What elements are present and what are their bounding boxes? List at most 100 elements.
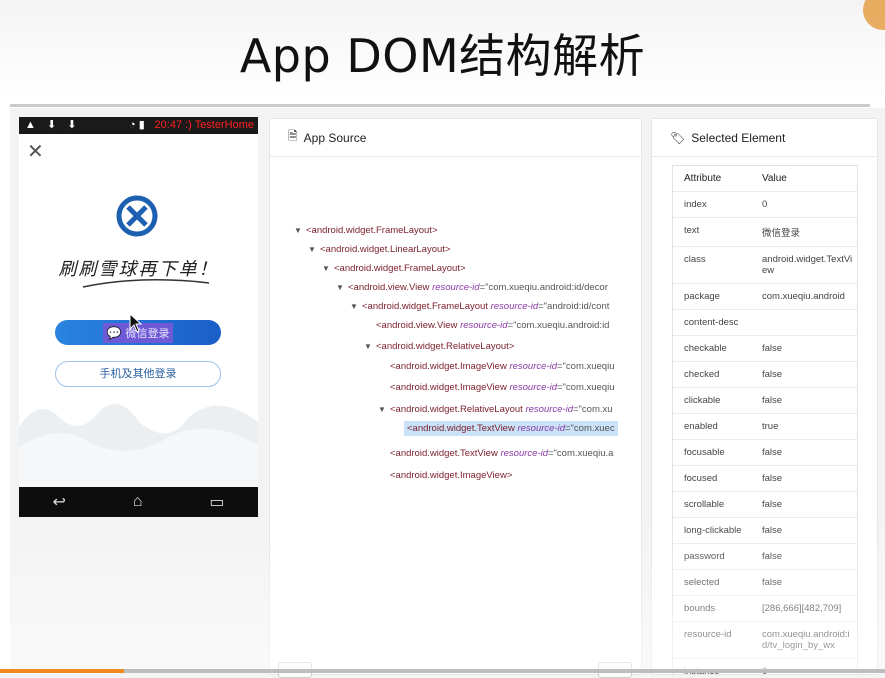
node-tag: <android.widget.TextView resource-id="co…: [404, 421, 618, 436]
caret-down-icon[interactable]: ▼: [308, 245, 320, 254]
table-row: clickable false: [673, 388, 857, 414]
status-time-label: 20:47 :) TesterHome: [154, 119, 254, 131]
caret-down-icon[interactable]: ▼: [322, 264, 334, 273]
node-attribute-value: ="com.xueqiu.a: [548, 448, 614, 459]
table-row: class android.widget.TextView: [673, 247, 857, 284]
document-icon: 🗎: [288, 129, 298, 143]
attribute-name: long-clickable: [684, 525, 742, 536]
node-attribute: resource-id: [490, 301, 539, 312]
attribute-name: checked: [684, 369, 720, 380]
table-row: selected false: [673, 570, 857, 596]
tree-node[interactable]: <android.widget.TextView resource-id="co…: [378, 448, 613, 459]
title-divider: [10, 104, 870, 107]
attribute-value: [760, 310, 857, 335]
tree-node[interactable]: <android.widget.TextView resource-id="co…: [392, 421, 618, 436]
node-tag: <android.widget.FrameLayout>: [306, 225, 438, 236]
attribute-name: index: [684, 199, 707, 210]
table-row: checked false: [673, 362, 857, 388]
table-header: Attribute Value: [673, 166, 857, 192]
node-attribute-value: ="com.xueqiu.android:id: [507, 320, 610, 331]
selected-element-panel: 🏷 Selected Element Attribute Value index…: [651, 118, 878, 675]
tree-node[interactable]: ▼ <android.widget.RelativeLayout>: [364, 341, 514, 352]
node-tag: <android.widget.RelativeLayout resource-…: [390, 404, 613, 415]
attribute-value: false: [762, 447, 783, 458]
attribute-name: clickable: [684, 395, 721, 406]
slide-title: App DOM结构解析: [239, 29, 646, 83]
app-source-title: App Source: [303, 130, 367, 145]
attribute-name: password: [684, 551, 725, 562]
node-attribute-value: ="com.xueqiu: [556, 382, 615, 393]
table-row: content-desc: [673, 310, 857, 336]
tree-node[interactable]: ▼ <android.widget.FrameLayout>: [294, 225, 438, 236]
recents-icon[interactable]: ▭: [209, 492, 224, 512]
attribute-value: true: [762, 421, 779, 432]
tree-node[interactable]: <android.view.View resource-id="com.xueq…: [364, 320, 609, 331]
node-tag: <android.widget.RelativeLayout>: [376, 341, 514, 352]
node-tag: <android.widget.TextView resource-id="co…: [390, 448, 613, 459]
tree-node[interactable]: <android.widget.ImageView resource-id="c…: [378, 382, 615, 393]
table-row: index 0: [673, 192, 857, 218]
attribute-value: android.widget.TextView: [762, 254, 853, 276]
table-row: enabled true: [673, 414, 857, 440]
node-tag-name: <android.widget.TextView: [407, 423, 518, 434]
attribute-name: focusable: [684, 447, 725, 458]
node-attribute: resource-id: [525, 404, 573, 415]
node-tag: <android.view.View resource-id="com.xueq…: [376, 320, 609, 331]
attribute-name: scrollable: [684, 499, 725, 510]
node-tag-name: <android.widget.ImageView>: [390, 470, 513, 481]
node-attribute: resource-id: [509, 361, 557, 372]
tree-node[interactable]: <android.widget.ImageView>: [378, 470, 512, 481]
phone-login-button[interactable]: 手机及其他登录: [55, 361, 221, 387]
attribute-value: false: [762, 551, 783, 562]
attribute-value: false: [762, 577, 783, 588]
node-tag: <android.widget.FrameLayout resource-id=…: [362, 301, 609, 312]
attribute-name: class: [684, 254, 706, 265]
node-tag: <android.view.View resource-id="com.xueq…: [348, 282, 608, 293]
table-row: focused false: [673, 466, 857, 492]
home-icon[interactable]: ⌂: [133, 493, 143, 511]
xueqiu-logo-icon: [116, 195, 158, 237]
back-icon[interactable]: ↩: [52, 492, 65, 512]
caret-down-icon[interactable]: ▼: [350, 302, 362, 311]
attribute-name: text: [684, 225, 700, 236]
table-row: text 微信登录: [673, 218, 857, 247]
caret-down-icon[interactable]: ▼: [364, 342, 376, 351]
node-attribute: resource-id: [517, 423, 565, 434]
table-row: checkable false: [673, 336, 857, 362]
node-tag-name: <android.widget.ImageView: [390, 382, 510, 393]
caret-down-icon[interactable]: ▼: [378, 405, 390, 414]
node-tag-name: <android.widget.FrameLayout: [362, 301, 491, 312]
video-progress-fill: [0, 669, 124, 673]
node-attribute: resource-id: [500, 448, 548, 459]
caret-down-icon[interactable]: ▼: [336, 283, 348, 292]
tree-node[interactable]: ▼ <android.widget.FrameLayout resource-id…: [350, 301, 609, 312]
node-tag: <android.widget.FrameLayout>: [334, 263, 466, 274]
node-tag-name: <android.widget.RelativeLayout: [390, 404, 526, 415]
node-tag: <android.widget.LinearLayout>: [320, 244, 450, 255]
video-progress-bar[interactable]: [0, 669, 885, 673]
mouse-cursor-icon: [129, 313, 143, 333]
attribute-value: com.xueqiu.android: [762, 291, 845, 302]
attribute-name: resource-id: [684, 629, 732, 640]
selected-element-header: 🏷 Selected Element: [652, 119, 877, 157]
tree-node[interactable]: ▼ <android.widget.LinearLayout>: [308, 244, 450, 255]
attribute-name: content-desc: [684, 317, 739, 328]
attribute-name: selected: [684, 577, 720, 588]
attribute-name: focused: [684, 473, 718, 484]
attribute-value: false: [762, 499, 783, 510]
tree-node[interactable]: ▼ <android.widget.FrameLayout>: [322, 263, 466, 274]
attribute-value: false: [762, 343, 783, 354]
close-icon[interactable]: ✕: [27, 139, 44, 164]
tree-node[interactable]: ▼ <android.view.View resource-id="com.xue…: [336, 282, 608, 293]
attribute-value: false: [762, 395, 783, 406]
caret-down-icon[interactable]: ▼: [294, 226, 306, 235]
node-tag-name: <android.widget.LinearLayout>: [320, 244, 451, 255]
app-source-panel: 🗎 App Source ▼ <android.widget.FrameLayou…: [269, 118, 642, 675]
attribute-value: false: [762, 369, 783, 380]
attribute-name: package: [684, 291, 720, 302]
tree-node[interactable]: ▼ <android.widget.RelativeLayout resource…: [378, 404, 613, 415]
table-row: focusable false: [673, 440, 857, 466]
status-bar: ▲ ⬇ ⬇ ◔ ▮ 20:47 :) TesterHome: [19, 117, 258, 134]
tree-node[interactable]: <android.widget.ImageView resource-id="c…: [378, 361, 615, 372]
attribute-value: false: [762, 473, 783, 484]
